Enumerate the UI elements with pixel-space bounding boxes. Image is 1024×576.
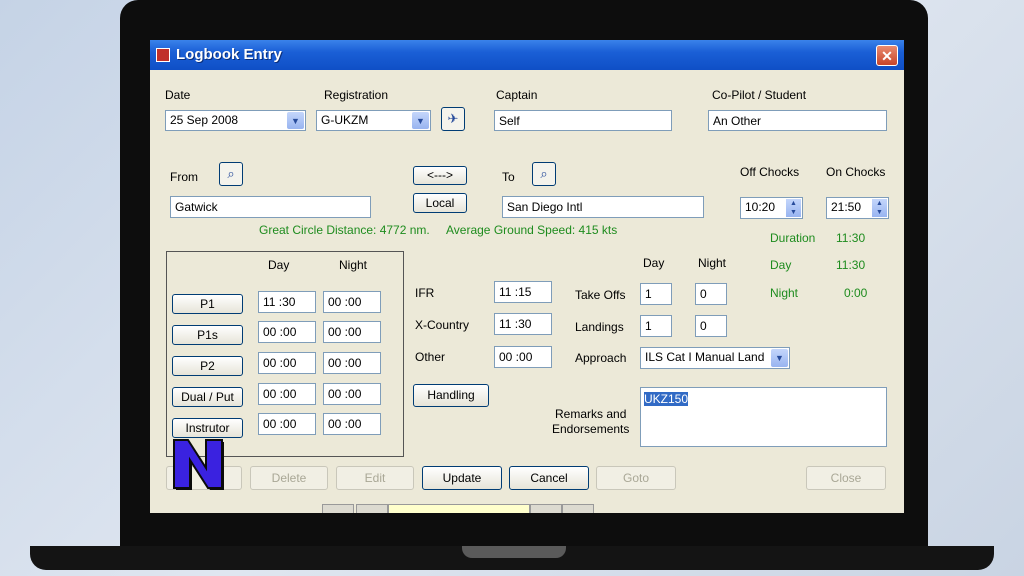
airport-search-icon[interactable]: ⌕ [219,162,243,186]
dual-put-day-field[interactable]: 00 :00 [258,383,316,405]
ifr-field[interactable]: 11 :15 [494,281,552,303]
landings-label: Landings [575,320,624,334]
p2-day-field[interactable]: 00 :00 [258,352,316,374]
day-total-label: Day [770,258,792,272]
on-chocks-spinner[interactable]: 21:50 ▲ ▼ [826,197,889,219]
p1-button[interactable]: P1 [172,294,243,314]
landings-night-field[interactable]: 0 [695,315,727,337]
other-field[interactable]: 00 :00 [494,346,552,368]
local-button[interactable]: Local [413,193,467,213]
p1s-day-field[interactable]: 00 :00 [258,321,316,343]
takeoffs-label: Take Offs [575,288,626,302]
day-total-value: 11:30 [836,258,866,272]
to-field[interactable]: San Diego Intl [502,196,704,218]
chevron-down-icon[interactable]: ▼ [771,349,788,367]
swap-airports-button[interactable]: <---> [413,166,467,185]
night-total-label: Night [770,286,799,300]
handling-button[interactable]: Handling [413,384,489,407]
p1-night-field[interactable]: 00 :00 [323,291,381,313]
landings-day-field[interactable]: 1 [640,315,672,337]
xcountry-field[interactable]: 11 :30 [494,313,552,335]
record-position-box [388,504,530,513]
approach-value: ILS Cat I Manual Land [645,350,765,364]
xcountry-label: X-Country [415,318,470,332]
goto-button[interactable]: Goto [596,466,676,490]
hours-day-header: Day [268,258,290,272]
spin-arrows-icon[interactable]: ▲ ▼ [872,199,887,217]
ifr-label: IFR [415,286,435,300]
chevron-down-icon[interactable]: ▼ [287,112,304,129]
other-label: Other [415,350,446,364]
close-window-button[interactable]: ✕ [876,45,898,66]
copilot-label: Co-Pilot / Student [712,88,807,102]
delete-button[interactable]: Delete [250,466,328,490]
window-title: Logbook Entry [176,46,282,63]
nav-prev-button[interactable] [356,504,388,513]
takeoffs-night-field[interactable]: 0 [695,283,727,305]
dual-put-button[interactable]: Dual / Put [172,387,243,407]
off-chocks-value: 10:20 [745,200,776,214]
tol-night-header: Night [698,256,727,270]
remarks-value: UKZ150 [644,392,689,406]
to-label: To [502,170,515,184]
close-button[interactable]: Close [806,466,886,490]
instructor-night-field[interactable]: 00 :00 [323,413,381,435]
nav-first-button[interactable] [322,504,354,513]
duration-label: Duration [770,231,816,245]
p1s-button[interactable]: P1s [172,325,243,345]
titlebar: Logbook Entry ✕ [150,40,904,70]
captain-label: Captain [496,88,538,102]
logbook-entry-window: Logbook Entry ✕ Date 25 Sep 2008 ▼ Regis… [150,40,904,513]
captain-field[interactable]: Self [494,110,672,131]
instructor-day-field[interactable]: 00 :00 [258,413,316,435]
date-label: Date [165,88,191,102]
p1s-night-field[interactable]: 00 :00 [323,321,381,343]
date-value: 25 Sep 2008 [170,113,239,127]
registration-value: G-UKZM [321,113,369,127]
tol-day-header: Day [643,256,665,270]
p2-button[interactable]: P2 [172,356,243,376]
airport-search-icon[interactable]: ⌕ [532,162,556,186]
on-chocks-value: 21:50 [831,200,862,214]
edit-button[interactable]: Edit [336,466,414,490]
laptop-notch [462,546,566,558]
date-picker[interactable]: 25 Sep 2008 ▼ [165,110,306,131]
registration-label: Registration [324,88,389,102]
remarks-textarea[interactable]: UKZ150 [640,387,887,447]
dual-put-night-field[interactable]: 00 :00 [323,383,381,405]
n-logo [173,439,224,490]
nav-last-button[interactable] [562,504,594,513]
copilot-field[interactable]: An Other [708,110,887,131]
registration-select[interactable]: G-UKZM ▼ [316,110,431,131]
average-ground-speed: Average Ground Speed: 415 kts [446,223,618,237]
off-chocks-spinner[interactable]: 10:20 ▲ ▼ [740,197,803,219]
spin-arrows-icon[interactable]: ▲ ▼ [786,199,801,217]
cancel-button[interactable]: Cancel [509,466,589,490]
night-total-value: 0:00 [844,286,868,300]
aircraft-icon[interactable]: ✈ [441,107,465,131]
app-icon [156,48,170,62]
takeoffs-day-field[interactable]: 1 [640,283,672,305]
approach-label: Approach [575,351,627,365]
update-button[interactable]: Update [422,466,502,490]
p2-night-field[interactable]: 00 :00 [323,352,381,374]
hours-night-header: Night [339,258,368,272]
duration-value: 11:30 [836,231,866,245]
remarks-label: Remarks and Endorsements [552,407,630,436]
nav-next-button[interactable] [530,504,562,513]
approach-select[interactable]: ILS Cat I Manual Land ▼ [640,347,790,369]
great-circle-distance: Great Circle Distance: 4772 nm. [259,223,430,237]
from-label: From [170,170,198,184]
off-chocks-label: Off Chocks [740,165,800,179]
from-field[interactable]: Gatwick [170,196,371,218]
p1-day-field[interactable]: 11 :30 [258,291,316,313]
on-chocks-label: On Chocks [826,165,886,179]
chevron-down-icon[interactable]: ▼ [412,112,429,129]
